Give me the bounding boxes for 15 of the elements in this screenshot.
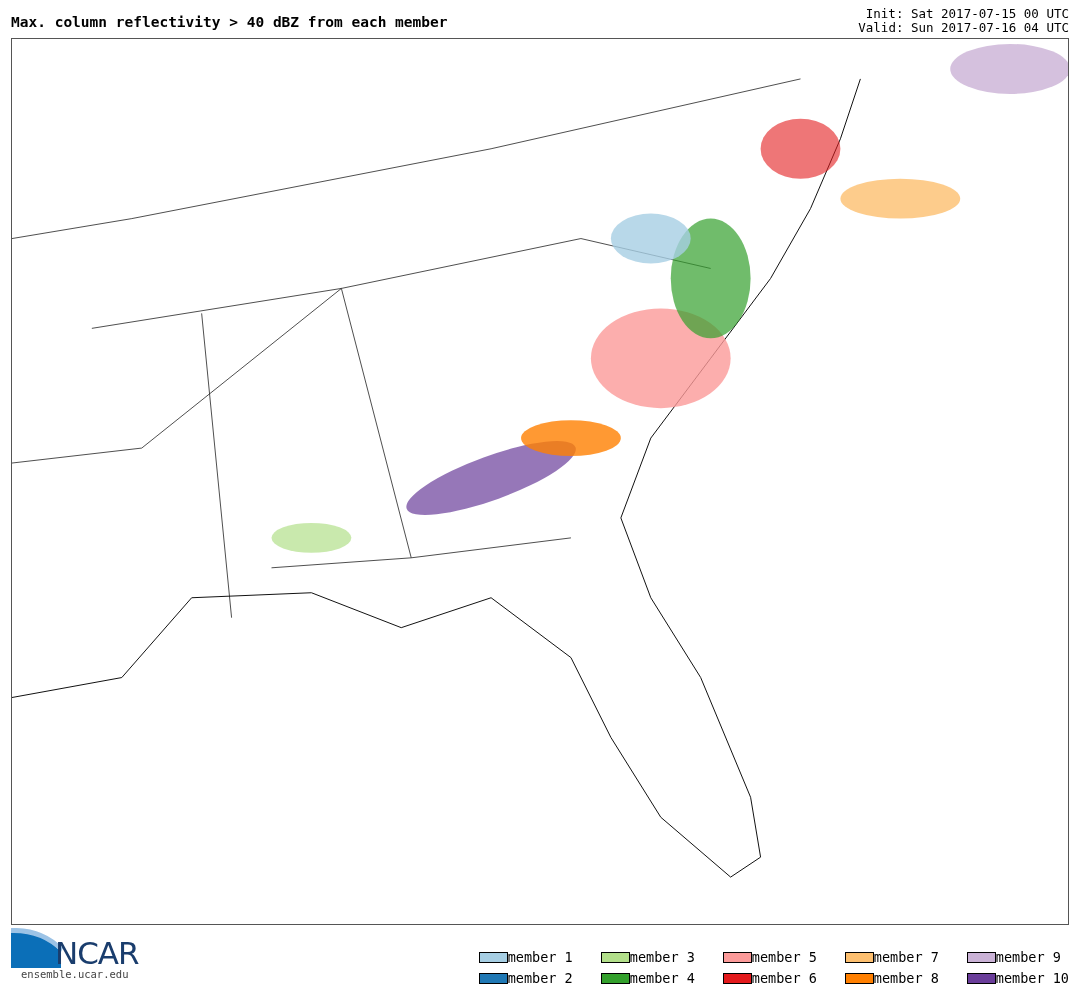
legend-label: member 1: [507, 949, 573, 966]
legend-label: member 5: [751, 949, 817, 966]
legend-label: member 9: [995, 949, 1061, 966]
site-url: ensemble.ucar.edu: [21, 967, 130, 982]
legend-label: member 4: [629, 970, 695, 987]
init-time: Init: Sat 2017-07-15 00 UTC: [864, 7, 1069, 21]
legend-label: member 7: [873, 949, 939, 966]
legend-label: member 6: [751, 970, 817, 987]
logo-text: NCAR: [55, 938, 139, 969]
legend-label: member 3: [629, 949, 695, 966]
legend-label: member 8: [873, 970, 939, 987]
legend-label: member 2: [507, 970, 573, 987]
valid-time: Valid: Sun 2017-07-16 04 UTC: [858, 21, 1069, 35]
chart-title: Max. column reflectivity > 40 dBZ from each member: [11, 13, 448, 32]
legend-label: member 10: [995, 970, 1069, 987]
